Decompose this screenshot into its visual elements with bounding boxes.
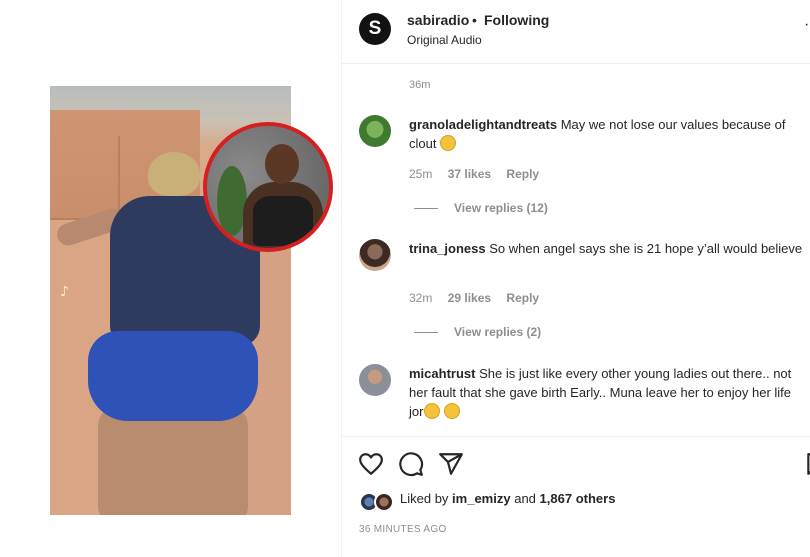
video-background-cabinet-door xyxy=(50,136,120,216)
commenter-username[interactable]: micahtrust xyxy=(409,366,475,381)
tiktok-watermark-icon: ♪ xyxy=(60,284,69,300)
view-replies-label: View replies (2) xyxy=(454,325,542,339)
comment-meta: 32m 29 likes Reply xyxy=(409,291,551,305)
comments-list[interactable]: 36m granoladelightandtreats May we not l… xyxy=(342,65,810,435)
replies-divider xyxy=(414,208,438,210)
comment-icon[interactable] xyxy=(398,451,424,477)
reply-button[interactable]: Reply xyxy=(506,291,539,305)
liked-by-count[interactable]: 1,867 others xyxy=(540,491,616,506)
liked-by-and: and xyxy=(514,491,536,506)
comment-time: 25m xyxy=(409,167,433,181)
liked-by-user[interactable]: im_emizy xyxy=(452,491,511,506)
liked-by-text: Liked by im_emizy and 1,867 others xyxy=(400,491,615,506)
video-person-legs xyxy=(98,406,248,515)
comment-text: granoladelightandtreats May we not lose … xyxy=(409,115,809,153)
following-button[interactable]: Following xyxy=(484,12,549,28)
more-options-icon[interactable]: · xyxy=(804,16,809,34)
comment-text: micahtrust She is just like every other … xyxy=(409,364,809,421)
media-pane: ♪ xyxy=(0,0,341,557)
comment-meta: 25m 37 likes Reply xyxy=(409,167,551,181)
inset-photo xyxy=(203,122,333,252)
header-separator: • xyxy=(472,12,477,28)
post-details-panel: S sabiradio • Following Original Audio ·… xyxy=(341,0,810,557)
share-icon[interactable] xyxy=(438,451,464,477)
commenter-username[interactable]: granoladelightandtreats xyxy=(409,117,557,132)
comment-text: trina_joness So when angel says she is 2… xyxy=(409,239,809,258)
reply-button[interactable]: Reply xyxy=(506,167,539,181)
inset-photo-person-face xyxy=(265,144,299,184)
audio-label[interactable]: Original Audio xyxy=(407,33,482,47)
post-timestamp[interactable]: 36 MINUTES AGO xyxy=(359,524,447,535)
comment-timestamp: 36m xyxy=(409,79,431,91)
view-replies-button[interactable]: View replies (2) xyxy=(414,325,541,339)
liked-by-avatars[interactable] xyxy=(359,492,399,512)
commenter-avatar[interactable] xyxy=(359,115,391,147)
comment-likes[interactable]: 29 likes xyxy=(448,291,491,305)
view-replies-label: View replies (12) xyxy=(454,201,548,215)
replies-divider xyxy=(414,332,438,334)
commenter-avatar[interactable] xyxy=(359,239,391,271)
commenter-avatar[interactable] xyxy=(359,364,391,396)
video-person-cap xyxy=(148,152,200,196)
bookmark-icon[interactable] xyxy=(804,451,810,477)
post-header: S sabiradio • Following Original Audio · xyxy=(342,0,810,64)
commenter-username[interactable]: trina_joness xyxy=(409,241,486,256)
comment-time: 32m xyxy=(409,291,433,305)
liked-by-prefix: Liked by xyxy=(400,491,449,506)
account-avatar[interactable]: S xyxy=(359,13,391,45)
post-actions: Liked by im_emizy and 1,867 others 36 MI… xyxy=(342,436,810,557)
liker-avatar xyxy=(374,492,394,512)
face-with-rolling-eyes-icon xyxy=(444,403,461,419)
heart-icon[interactable] xyxy=(358,451,384,477)
comment-likes[interactable]: 37 likes xyxy=(448,167,491,181)
account-name[interactable]: sabiradio xyxy=(407,12,469,28)
inset-photo-person-top xyxy=(253,196,313,246)
view-replies-button[interactable]: View replies (12) xyxy=(414,201,548,215)
video-person-shorts xyxy=(88,331,258,421)
slightly-smiling-face-icon xyxy=(440,135,457,151)
comment-body: So when angel says she is 21 hope y’all … xyxy=(489,241,803,256)
face-with-rolling-eyes-icon xyxy=(424,403,441,419)
